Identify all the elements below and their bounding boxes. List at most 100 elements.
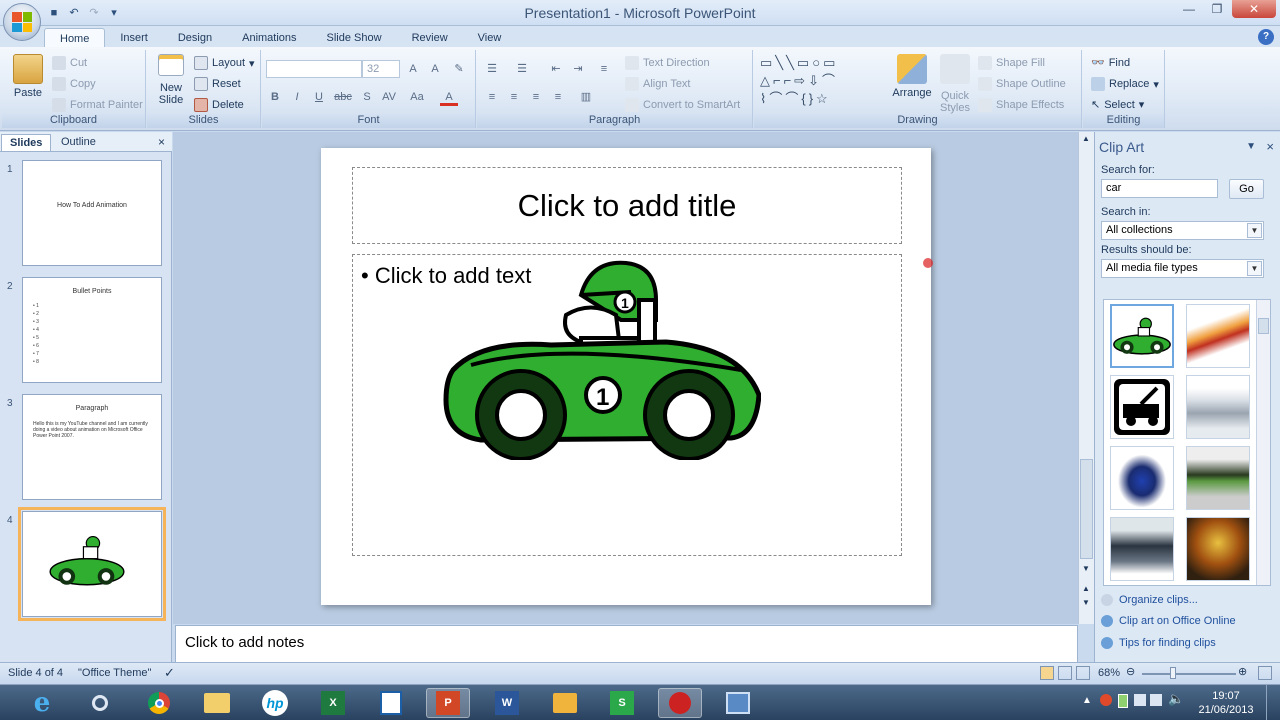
spell-check-icon[interactable]: ✓ (164, 665, 175, 681)
organize-clips-link[interactable]: Organize clips... (1101, 594, 1198, 606)
arrange-button[interactable]: Arrange (890, 54, 934, 99)
results-select[interactable]: All media file types ▼ (1101, 259, 1264, 278)
restore-button[interactable]: ❐ (1204, 0, 1230, 18)
shape-outline-button[interactable]: Shape Outline (978, 77, 1066, 91)
align-center-icon[interactable]: ≡ (505, 88, 523, 106)
scroll-thumb[interactable] (1258, 318, 1269, 334)
file-explorer-icon[interactable] (195, 688, 239, 718)
notes-pane[interactable]: Click to add notes (175, 625, 1078, 663)
clock[interactable]: 19:07 21/06/2013 (1196, 689, 1256, 717)
help-icon[interactable]: ? (1258, 29, 1274, 45)
search-icon[interactable] (78, 688, 122, 718)
bold-icon[interactable]: B (266, 88, 284, 106)
tab-animations[interactable]: Animations (227, 28, 311, 48)
tray-app-icon[interactable] (1100, 694, 1112, 706)
quick-styles-button[interactable]: Quick Styles (936, 54, 974, 114)
close-pane-icon[interactable]: × (158, 135, 165, 149)
network-icon[interactable] (1134, 694, 1146, 706)
clip-result[interactable] (1110, 517, 1174, 581)
word-icon[interactable]: W (485, 688, 529, 718)
close-button[interactable]: ✕ (1232, 0, 1276, 18)
columns-icon[interactable]: ▥ (577, 88, 595, 106)
scroll-up-icon[interactable]: ▲ (1082, 134, 1090, 143)
select-button[interactable]: ↖ Select ▾ (1091, 98, 1144, 112)
zoom-out-icon[interactable]: ⊖ (1126, 665, 1135, 678)
vertical-scrollbar[interactable]: ▲ ▼ ▲ ▼ (1078, 132, 1094, 624)
layout-button[interactable]: Layout ▾ (194, 56, 255, 70)
slide-thumbnail-2[interactable]: Bullet Points • 1 • 2 • 3 • 4 • 5 • 6 • … (22, 277, 162, 383)
scroll-thumb[interactable] (1080, 459, 1093, 559)
normal-view-icon[interactable] (1040, 666, 1054, 680)
tab-insert[interactable]: Insert (105, 28, 163, 48)
character-spacing-icon[interactable]: AV (380, 88, 398, 106)
zoom-slider-thumb[interactable] (1170, 667, 1176, 679)
slide-show-icon[interactable] (1076, 666, 1090, 680)
cut-button[interactable]: Cut (52, 56, 87, 70)
font-color-icon[interactable]: A (440, 88, 458, 106)
battery-icon[interactable] (1118, 694, 1128, 708)
recorder-app-icon[interactable] (658, 688, 702, 718)
show-desktop-button[interactable] (1266, 685, 1280, 720)
outlook-icon[interactable] (543, 688, 587, 718)
align-text-button[interactable]: Align Text (625, 77, 691, 91)
find-button[interactable]: 👓 Find (1091, 56, 1130, 70)
convert-smartart-button[interactable]: Convert to SmartArt (625, 98, 740, 112)
publisher-icon[interactable] (369, 688, 413, 718)
clip-result[interactable] (1186, 517, 1250, 581)
title-placeholder[interactable]: Click to add title (352, 167, 902, 244)
slide-thumbnail-4[interactable] (18, 507, 166, 621)
align-left-icon[interactable]: ≡ (483, 88, 501, 106)
internet-explorer-icon[interactable]: e (20, 688, 64, 718)
shrink-font-icon[interactable]: A (426, 60, 444, 78)
search-input[interactable]: car (1101, 179, 1218, 198)
text-direction-button[interactable]: Text Direction (625, 56, 710, 70)
tab-review[interactable]: Review (397, 28, 463, 48)
zoom-slider[interactable] (1142, 673, 1236, 675)
italic-icon[interactable]: I (288, 88, 306, 106)
volume-icon[interactable]: 🔈 (1168, 691, 1184, 707)
pane-options-icon[interactable]: ▼ (1246, 141, 1256, 152)
chrome-icon[interactable] (137, 688, 181, 718)
decrease-indent-icon[interactable]: ⇤ (547, 60, 565, 78)
copy-button[interactable]: Copy (52, 77, 96, 91)
increase-indent-icon[interactable]: ⇥ (569, 60, 587, 78)
zoom-in-icon[interactable]: ⊕ (1238, 665, 1247, 678)
bullets-icon[interactable]: ☰ (483, 60, 501, 78)
scroll-down-icon[interactable]: ▼ (1082, 564, 1090, 573)
clear-formatting-icon[interactable]: ✎ (450, 60, 468, 78)
line-spacing-icon[interactable]: ≡ (595, 60, 613, 78)
clip-result[interactable] (1186, 375, 1250, 439)
change-case-icon[interactable]: Aa (408, 88, 426, 106)
next-slide-icon[interactable]: ▼ (1082, 598, 1090, 607)
grow-font-icon[interactable]: A (404, 60, 422, 78)
search-in-select[interactable]: All collections ▼ (1101, 221, 1264, 240)
tab-view[interactable]: View (463, 28, 517, 48)
format-painter-button[interactable]: Format Painter (52, 98, 143, 112)
previous-slide-icon[interactable]: ▲ (1082, 584, 1090, 593)
clip-result[interactable] (1110, 375, 1174, 439)
tips-link[interactable]: Tips for finding clips (1101, 637, 1216, 649)
slide-thumbnail-3[interactable]: Paragraph Hello this is my YouTube chann… (22, 394, 162, 500)
slide-thumbnail-1[interactable]: How To Add Animation (22, 160, 162, 266)
new-slide-button[interactable]: New Slide (153, 54, 189, 106)
justify-icon[interactable]: ≡ (549, 88, 567, 106)
tab-outline[interactable]: Outline (53, 134, 104, 151)
reset-button[interactable]: Reset (194, 77, 241, 91)
excel-icon[interactable]: X (311, 688, 355, 718)
replace-button[interactable]: Replace ▾ (1091, 77, 1159, 91)
hp-icon[interactable]: hp (253, 688, 297, 718)
slide-sorter-icon[interactable] (1058, 666, 1072, 680)
tab-home[interactable]: Home (44, 28, 106, 48)
underline-icon[interactable]: U (310, 88, 328, 106)
fit-to-window-icon[interactable] (1258, 666, 1272, 680)
tab-design[interactable]: Design (163, 28, 227, 48)
tab-slides[interactable]: Slides (1, 134, 52, 151)
clip-result[interactable] (1110, 446, 1174, 510)
font-size-combo[interactable]: 32 (362, 60, 400, 78)
numbering-icon[interactable]: ☰ (513, 60, 531, 78)
go-button[interactable]: Go (1229, 179, 1264, 199)
align-right-icon[interactable]: ≡ (527, 88, 545, 106)
clip-result[interactable] (1186, 446, 1250, 510)
video-app-icon[interactable] (716, 688, 760, 718)
paste-button[interactable]: Paste (8, 54, 48, 99)
